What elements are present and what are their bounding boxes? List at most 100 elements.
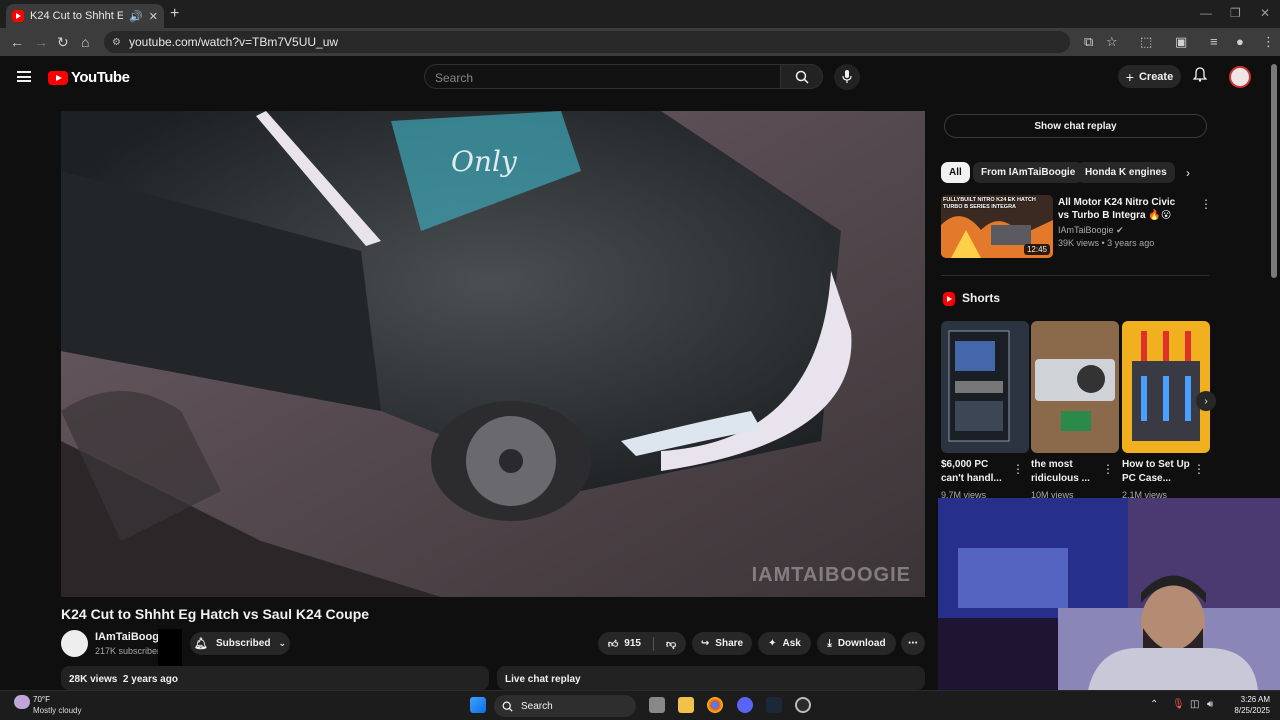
weather-temp[interactable]: 70°F [33, 695, 50, 704]
extensions-icon[interactable]: ⬚ [1140, 34, 1152, 50]
file-explorer-icon[interactable] [678, 697, 694, 713]
channel-avatar[interactable] [61, 630, 88, 657]
browser-menu-icon[interactable]: ⋮ [1262, 34, 1275, 50]
download-icon: ⤓ [827, 638, 832, 649]
ask-button[interactable]: ✦ Ask [758, 632, 811, 655]
system-clock[interactable]: 3:26 AM 8/25/2025 [1226, 694, 1270, 716]
subscriber-count: 217K subscribers [95, 646, 165, 656]
short-title[interactable]: $6,000 PC can't handl... [941, 458, 1013, 486]
chevron-right-icon: › [1204, 395, 1208, 407]
separator [652, 636, 654, 651]
short-title[interactable]: the most ridiculous ... [1031, 458, 1103, 486]
shorts-next-button[interactable]: › [1196, 391, 1216, 411]
speaker-icon[interactable]: 🔊 [129, 10, 143, 23]
bell-icon: 🔔︎ [194, 638, 208, 650]
short-title[interactable]: How to Set Up PC Case... [1122, 458, 1194, 486]
profile-icon[interactable]: ● [1236, 34, 1244, 49]
like-count: 915 [624, 638, 641, 649]
network-icon[interactable]: ◫ [1190, 699, 1199, 710]
search-button[interactable] [781, 64, 823, 89]
site-info-icon[interactable]: ⚙ [112, 37, 121, 48]
browser-tab[interactable]: K24 Cut to Shhht Eg Hatch 🔊 ✕ [6, 4, 164, 28]
app-icon[interactable] [795, 697, 811, 713]
like-dislike-group: 👍︎ 915 👎︎ [598, 632, 686, 655]
back-icon[interactable]: ← [10, 34, 24, 50]
reload-icon[interactable]: ↻ [57, 34, 69, 51]
more-vert-icon[interactable]: ⋮ [1193, 462, 1205, 476]
show-chat-replay-button[interactable]: Show chat replay [944, 114, 1207, 138]
plus-icon: + [1125, 68, 1134, 85]
download-button[interactable]: ⤓ Download [817, 632, 896, 655]
share-button[interactable]: ↪ Share [692, 632, 752, 655]
chip-all[interactable]: All [941, 162, 970, 183]
close-window-icon[interactable]: ✕ [1260, 6, 1270, 20]
split-view-icon[interactable]: ▣ [1175, 34, 1187, 50]
maximize-icon[interactable]: ❐ [1230, 6, 1241, 20]
page-scrollbar[interactable] [1271, 64, 1277, 278]
url-text: youtube.com/watch?v=TBm7V5UU_uw [128, 35, 339, 49]
install-app-icon[interactable]: ⧉ [1084, 34, 1093, 50]
bookmark-star-icon[interactable]: ☆ [1106, 34, 1118, 50]
menu-icon[interactable] [17, 71, 31, 82]
short-image-pc [941, 321, 1029, 453]
chip-honda-k-engines[interactable]: Honda K engines [1077, 162, 1175, 183]
clock-date: 8/25/2025 [1234, 706, 1270, 715]
youtube-play-icon [48, 70, 68, 85]
chrome-icon[interactable] [707, 697, 723, 713]
media-controls-icon[interactable]: ≡ [1210, 34, 1218, 49]
chevron-up-icon[interactable]: ⌃ [1150, 699, 1158, 710]
shorts-logo-icon [943, 292, 955, 306]
more-vert-icon[interactable]: ⋮ [1200, 197, 1212, 211]
svg-text:Only: Only [451, 145, 518, 178]
weather-icon[interactable] [14, 695, 30, 709]
discord-icon[interactable] [737, 697, 753, 713]
thumbnail-caption: FULLYBUILT NITRO K24 EK HATCH TURBO B SE… [943, 197, 1036, 210]
section-divider [941, 275, 1209, 276]
tab-title: K24 Cut to Shhht Eg Hatch [30, 10, 124, 22]
account-avatar[interactable] [1229, 66, 1251, 88]
close-tab-icon[interactable]: ✕ [149, 10, 158, 23]
volume-icon[interactable]: 🔊︎ [1207, 699, 1213, 710]
more-vert-icon[interactable]: ⋮ [1012, 462, 1024, 476]
minimize-icon[interactable]: — [1200, 6, 1212, 20]
create-button[interactable]: + Create [1118, 65, 1181, 88]
short-thumbnail[interactable] [941, 321, 1029, 453]
taskbar-search[interactable]: Search [494, 695, 636, 717]
logo-text: YouTube [71, 69, 130, 86]
start-windows-icon[interactable] [470, 697, 486, 713]
recommended-title[interactable]: All Motor K24 Nitro Civic vs Turbo B Int… [1058, 196, 1186, 222]
microphone-icon [842, 70, 852, 83]
short-image-case [1122, 321, 1210, 453]
weather-condition[interactable]: Mostly cloudy [33, 706, 81, 715]
chevron-right-icon[interactable]: › [1186, 166, 1190, 180]
short-thumbnail[interactable] [1122, 321, 1210, 453]
subscribed-button[interactable]: 🔔︎ Subscribed ⌄ [190, 632, 290, 655]
chip-from-channel[interactable]: From IAmTaiBoogie [973, 162, 1084, 183]
youtube-logo[interactable]: YouTube [48, 69, 130, 86]
recommended-channel[interactable]: IAmTaiBoogie ✔ [1058, 225, 1124, 236]
recommended-thumbnail[interactable]: FULLYBUILT NITRO K24 EK HATCH TURBO B SE… [941, 195, 1053, 258]
video-player[interactable]: Only IAMTAIBOOGIE [61, 111, 925, 597]
short-image-gpu [1031, 321, 1119, 453]
video-title: K24 Cut to Shhht Eg Hatch vs Saul K24 Co… [61, 606, 370, 622]
task-view-icon[interactable] [649, 697, 665, 713]
address-bar[interactable]: ⚙ youtube.com/watch?v=TBm7V5UU_uw [104, 31, 1070, 53]
like-button[interactable]: 👍︎ 915 [608, 638, 641, 650]
forward-icon[interactable]: → [34, 34, 48, 50]
live-chat-panel[interactable]: Live chat replay [497, 666, 925, 690]
short-thumbnail[interactable] [1031, 321, 1119, 453]
microphone-icon[interactable]: 🎙︎ [1172, 699, 1185, 710]
more-actions-button[interactable]: ⋯ [901, 632, 925, 655]
new-tab-icon[interactable]: + [170, 5, 179, 23]
more-vert-icon[interactable]: ⋮ [1102, 462, 1114, 476]
voice-search-button[interactable] [834, 64, 860, 90]
windows-taskbar: 70°F Mostly cloudy Search ⌃ 🎙︎ ◫ 🔊︎ 3:26… [0, 690, 1280, 720]
description-box[interactable]: 28K views 2 years ago [61, 666, 489, 690]
search-input[interactable]: Search [424, 64, 781, 89]
steam-icon[interactable] [766, 697, 782, 713]
search-icon [795, 70, 809, 84]
home-icon[interactable]: ⌂ [81, 34, 89, 50]
notifications-bell-icon[interactable] [1192, 67, 1208, 85]
thumbs-down-icon[interactable]: 👎︎ [666, 638, 676, 650]
video-duration: 12:45 [1023, 244, 1050, 255]
